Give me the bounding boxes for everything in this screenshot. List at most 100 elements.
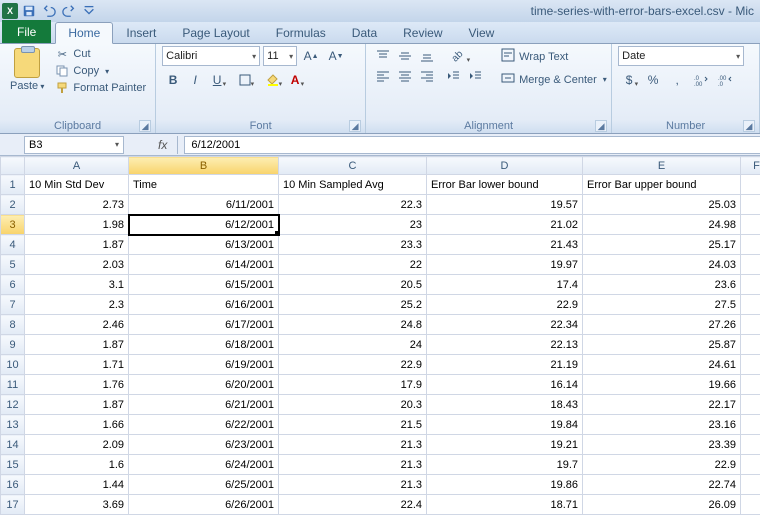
cell[interactable]: 17.4: [427, 275, 583, 295]
cell[interactable]: [741, 455, 760, 475]
cell[interactable]: 1.87: [25, 395, 129, 415]
cell[interactable]: [741, 415, 760, 435]
cell[interactable]: 6/14/2001: [129, 255, 279, 275]
tab-file[interactable]: File: [2, 20, 51, 43]
italic-button[interactable]: I: [184, 70, 206, 90]
orientation-button[interactable]: ab: [442, 46, 472, 66]
cell[interactable]: 3.69: [25, 495, 129, 515]
cell[interactable]: 21.43: [427, 235, 583, 255]
cell[interactable]: 2.09: [25, 435, 129, 455]
wrap-text-button[interactable]: Wrap Text: [496, 46, 612, 67]
cell[interactable]: 20.3: [279, 395, 427, 415]
cell[interactable]: 17.9: [279, 375, 427, 395]
increase-decimal-button[interactable]: .0.00: [690, 70, 712, 90]
row-header[interactable]: 10: [1, 355, 25, 375]
row-header[interactable]: 16: [1, 475, 25, 495]
cell[interactable]: 23.16: [583, 415, 741, 435]
cell[interactable]: 24: [279, 335, 427, 355]
align-bottom-button[interactable]: [416, 46, 438, 66]
formula-input[interactable]: 6/12/2001: [184, 136, 760, 154]
row-header[interactable]: 1: [1, 175, 25, 195]
column-header-B[interactable]: B: [129, 157, 279, 175]
cell[interactable]: 1.71: [25, 355, 129, 375]
row-header[interactable]: 2: [1, 195, 25, 215]
spreadsheet-grid[interactable]: ABCDEF 110 Min Std DevTime10 Min Sampled…: [0, 156, 760, 524]
paste-button[interactable]: Paste: [6, 46, 48, 94]
cell[interactable]: 6/15/2001: [129, 275, 279, 295]
align-middle-button[interactable]: [394, 46, 416, 66]
increase-indent-button[interactable]: [464, 66, 486, 86]
cell[interactable]: [741, 195, 760, 215]
cell[interactable]: 25.2: [279, 295, 427, 315]
cell[interactable]: 2.46: [25, 315, 129, 335]
row-header[interactable]: 5: [1, 255, 25, 275]
cell[interactable]: [741, 395, 760, 415]
column-header-A[interactable]: A: [25, 157, 129, 175]
cell[interactable]: 22.3: [279, 195, 427, 215]
tab-home[interactable]: Home: [55, 22, 113, 44]
tab-page-layout[interactable]: Page Layout: [169, 22, 262, 43]
cell[interactable]: 19.66: [583, 375, 741, 395]
cell[interactable]: [741, 435, 760, 455]
cell[interactable]: 25.87: [583, 335, 741, 355]
cell[interactable]: 6/23/2001: [129, 435, 279, 455]
cell[interactable]: 25.17: [583, 235, 741, 255]
decrease-indent-button[interactable]: [442, 66, 464, 86]
fill-color-button[interactable]: [262, 70, 284, 90]
cell[interactable]: 16.14: [427, 375, 583, 395]
cell[interactable]: 27.26: [583, 315, 741, 335]
cell[interactable]: 25.03: [583, 195, 741, 215]
comma-format-button[interactable]: ,: [666, 70, 688, 90]
cell[interactable]: 23.6: [583, 275, 741, 295]
cell[interactable]: 6/22/2001: [129, 415, 279, 435]
merge-center-button[interactable]: Merge & Center▾: [496, 69, 612, 90]
cell[interactable]: 26.09: [583, 495, 741, 515]
cell[interactable]: 6/12/2001: [129, 215, 279, 235]
cell[interactable]: 19.97: [427, 255, 583, 275]
underline-button[interactable]: U: [206, 70, 228, 90]
qat-customize-button[interactable]: [80, 2, 98, 20]
row-header[interactable]: 3: [1, 215, 25, 235]
column-header-E[interactable]: E: [583, 157, 741, 175]
cell[interactable]: 6/19/2001: [129, 355, 279, 375]
row-header[interactable]: 9: [1, 335, 25, 355]
cell[interactable]: 6/11/2001: [129, 195, 279, 215]
cell[interactable]: 19.21: [427, 435, 583, 455]
cell[interactable]: 1.44: [25, 475, 129, 495]
select-all-corner[interactable]: [1, 157, 25, 175]
cell[interactable]: [741, 295, 760, 315]
cell[interactable]: 18.71: [427, 495, 583, 515]
alignment-dialog-launcher[interactable]: ◢: [595, 120, 607, 132]
tab-review[interactable]: Review: [390, 22, 455, 43]
cell[interactable]: 1.66: [25, 415, 129, 435]
cell[interactable]: 18.43: [427, 395, 583, 415]
cell[interactable]: 22.13: [427, 335, 583, 355]
cell[interactable]: 1.76: [25, 375, 129, 395]
cell[interactable]: Time: [129, 175, 279, 195]
number-dialog-launcher[interactable]: ◢: [743, 120, 755, 132]
cell[interactable]: 22.9: [583, 455, 741, 475]
cell[interactable]: 19.84: [427, 415, 583, 435]
cell[interactable]: 6/26/2001: [129, 495, 279, 515]
save-button[interactable]: [20, 2, 38, 20]
cell[interactable]: [741, 235, 760, 255]
cell[interactable]: 2.03: [25, 255, 129, 275]
grow-font-button[interactable]: A▲: [300, 46, 322, 66]
cell[interactable]: 6/25/2001: [129, 475, 279, 495]
tab-formulas[interactable]: Formulas: [263, 22, 339, 43]
cell[interactable]: 22.4: [279, 495, 427, 515]
redo-button[interactable]: [60, 2, 78, 20]
cell[interactable]: 21.3: [279, 475, 427, 495]
cell[interactable]: [741, 475, 760, 495]
cell[interactable]: 19.57: [427, 195, 583, 215]
cell[interactable]: 2.73: [25, 195, 129, 215]
row-header[interactable]: 8: [1, 315, 25, 335]
shrink-font-button[interactable]: A▼: [325, 46, 347, 66]
cell[interactable]: [741, 255, 760, 275]
cell[interactable]: 1.87: [25, 335, 129, 355]
cell[interactable]: [741, 315, 760, 335]
row-header[interactable]: 6: [1, 275, 25, 295]
cell[interactable]: 21.3: [279, 435, 427, 455]
cell[interactable]: 6/18/2001: [129, 335, 279, 355]
row-header[interactable]: 14: [1, 435, 25, 455]
